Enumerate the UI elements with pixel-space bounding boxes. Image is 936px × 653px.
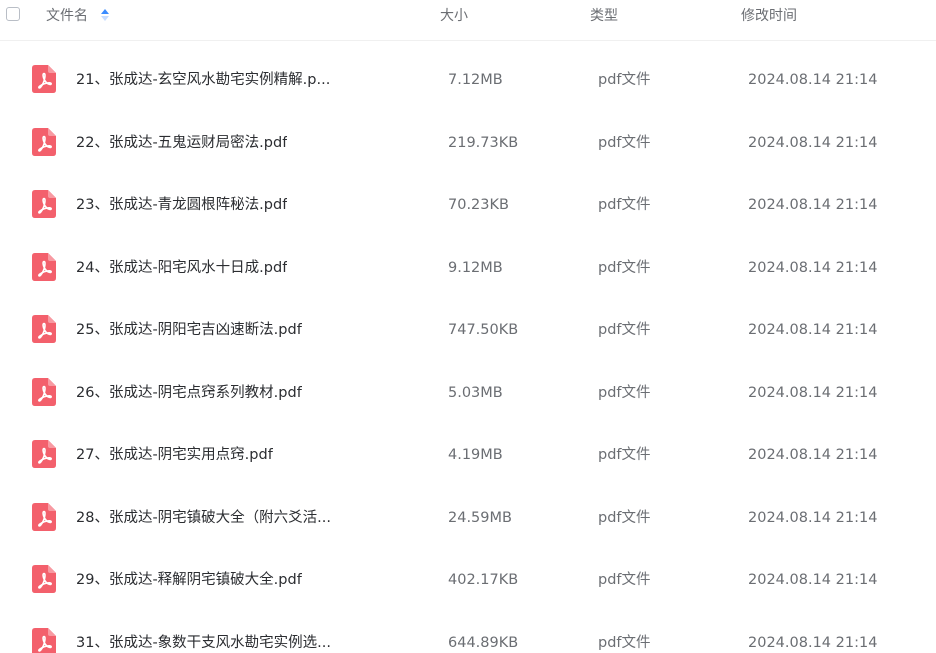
pdf-file-icon xyxy=(32,65,56,93)
file-row[interactable]: 27、张成达-阴宅实用点窍.pdf 4.19MB pdf文件 2024.08.1… xyxy=(0,416,936,479)
pdf-file-icon xyxy=(32,502,56,531)
file-row[interactable]: 31、张成达-象数干支风水勘宅实例选... 644.89KB pdf文件 202… xyxy=(0,604,936,653)
pdf-file-icon xyxy=(32,190,56,218)
file-name[interactable]: 29、张成达-释解阴宅镇破大全.pdf xyxy=(76,569,302,591)
file-size: 24.59MB xyxy=(448,509,512,526)
select-all-checkbox[interactable] xyxy=(6,7,20,21)
column-header-type[interactable]: 类型 xyxy=(590,0,618,32)
file-row[interactable]: 25、张成达-阴阳宅吉凶速断法.pdf 747.50KB pdf文件 2024.… xyxy=(0,291,936,354)
pdf-file-icon xyxy=(32,127,56,156)
file-row[interactable]: 29、张成达-释解阴宅镇破大全.pdf 402.17KB pdf文件 2024.… xyxy=(0,541,936,604)
column-header-size[interactable]: 大小 xyxy=(440,0,468,32)
file-name[interactable]: 31、张成达-象数干支风水勘宅实例选... xyxy=(76,632,331,653)
pdf-file-icon xyxy=(32,315,56,343)
file-size: 219.73KB xyxy=(448,134,519,151)
file-modified-time: 2024.08.14 21:14 xyxy=(748,509,878,526)
file-size: 644.89KB xyxy=(448,634,519,651)
pdf-file-icon xyxy=(32,440,56,468)
file-name[interactable]: 24、张成达-阳宅风水十日成.pdf xyxy=(76,257,287,279)
file-type: pdf文件 xyxy=(598,259,651,276)
file-name[interactable]: 22、张成达-五鬼运财局密法.pdf xyxy=(76,132,287,154)
file-name[interactable]: 25、张成达-阴阳宅吉凶速断法.pdf xyxy=(76,319,302,341)
file-type: pdf文件 xyxy=(598,634,651,651)
file-modified-time: 2024.08.14 21:14 xyxy=(748,72,878,88)
file-row[interactable]: 23、张成达-青龙圆根阵秘法.pdf 70.23KB pdf文件 2024.08… xyxy=(0,166,936,229)
file-size: 402.17KB xyxy=(448,572,519,588)
file-modified-time: 2024.08.14 21:14 xyxy=(748,447,878,463)
file-size: 747.50KB xyxy=(448,322,519,338)
column-header-name-label: 文件名 xyxy=(46,8,88,24)
column-header-name[interactable]: 文件名 xyxy=(46,0,110,32)
file-modified-time: 2024.08.14 21:14 xyxy=(748,134,878,151)
file-type: pdf文件 xyxy=(598,322,651,338)
file-size: 70.23KB xyxy=(448,197,509,213)
file-size: 9.12MB xyxy=(448,259,503,276)
file-size: 4.19MB xyxy=(448,447,503,463)
file-type: pdf文件 xyxy=(598,509,651,526)
file-modified-time: 2024.08.14 21:14 xyxy=(748,259,878,276)
file-name[interactable]: 26、张成达-阴宅点窍系列教材.pdf xyxy=(76,382,302,404)
file-row[interactable]: 26、张成达-阴宅点窍系列教材.pdf 5.03MB pdf文件 2024.08… xyxy=(0,354,936,417)
pdf-file-icon xyxy=(32,377,56,406)
file-list: 21、张成达-玄空风水勘宅实例精解.p... 7.12MB pdf文件 2024… xyxy=(0,41,936,653)
file-row[interactable]: 22、张成达-五鬼运财局密法.pdf 219.73KB pdf文件 2024.0… xyxy=(0,104,936,167)
column-header-time[interactable]: 修改时间 xyxy=(741,0,797,32)
file-row[interactable]: 21、张成达-玄空风水勘宅实例精解.p... 7.12MB pdf文件 2024… xyxy=(0,41,936,104)
file-modified-time: 2024.08.14 21:14 xyxy=(748,197,878,213)
file-type: pdf文件 xyxy=(598,384,651,401)
file-name[interactable]: 28、张成达-阴宅镇破大全（附六爻活... xyxy=(76,507,331,529)
file-modified-time: 2024.08.14 21:14 xyxy=(748,634,878,651)
file-type: pdf文件 xyxy=(598,134,651,151)
file-name[interactable]: 23、张成达-青龙圆根阵秘法.pdf xyxy=(76,194,287,216)
file-name[interactable]: 27、张成达-阴宅实用点窍.pdf xyxy=(76,444,273,466)
file-type: pdf文件 xyxy=(598,447,651,463)
file-name[interactable]: 21、张成达-玄空风水勘宅实例精解.p... xyxy=(76,69,330,91)
pdf-file-icon xyxy=(32,565,56,593)
pdf-file-icon xyxy=(32,627,56,653)
file-type: pdf文件 xyxy=(598,572,651,588)
file-browser: 文件名 大小 类型 修改时间 21、张成达-玄空风水勘宅实例精解.p... 7.… xyxy=(0,0,936,653)
sort-ascending-icon[interactable] xyxy=(100,8,110,22)
file-row[interactable]: 28、张成达-阴宅镇破大全（附六爻活... 24.59MB pdf文件 2024… xyxy=(0,479,936,542)
list-header: 文件名 大小 类型 修改时间 xyxy=(0,0,936,41)
file-row[interactable]: 24、张成达-阳宅风水十日成.pdf 9.12MB pdf文件 2024.08.… xyxy=(0,229,936,292)
file-modified-time: 2024.08.14 21:14 xyxy=(748,384,878,401)
file-type: pdf文件 xyxy=(598,72,651,88)
file-size: 7.12MB xyxy=(448,72,503,88)
file-type: pdf文件 xyxy=(598,197,651,213)
file-modified-time: 2024.08.14 21:14 xyxy=(748,322,878,338)
file-size: 5.03MB xyxy=(448,384,503,401)
pdf-file-icon xyxy=(32,252,56,281)
file-modified-time: 2024.08.14 21:14 xyxy=(748,572,878,588)
